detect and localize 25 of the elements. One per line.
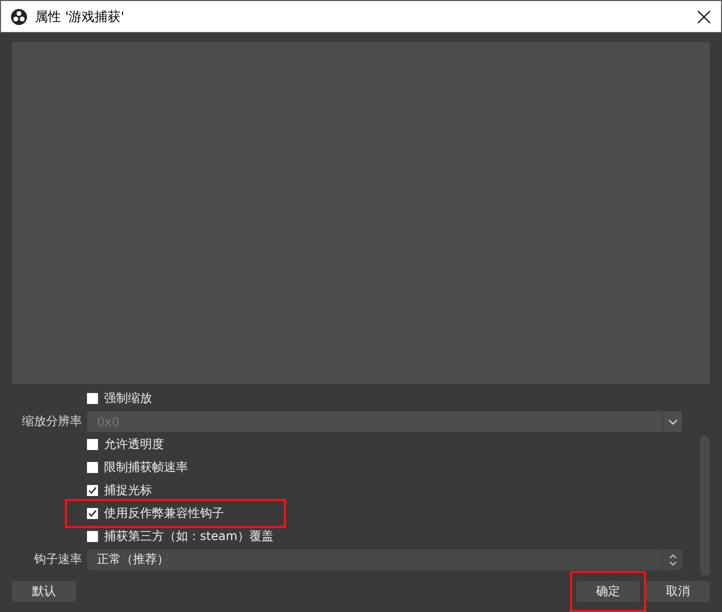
chevron-down-icon	[668, 418, 678, 424]
checkbox[interactable]	[87, 485, 98, 496]
checkbox[interactable]	[87, 508, 98, 519]
checkbox[interactable]	[87, 531, 98, 542]
checkbox-row[interactable]: 强制缩放	[65, 384, 214, 413]
checkbox-label: 捕获第三方（如：steam）覆盖	[104, 528, 274, 545]
spin-field[interactable]: 正常（推荐）	[87, 549, 682, 570]
dialog-button[interactable]: 取消	[646, 580, 710, 602]
window-title: 属性 '游戏捕获'	[35, 8, 126, 26]
app-logo-icon	[11, 8, 27, 24]
field-label: 钩子速率	[33, 551, 82, 568]
checkbox[interactable]	[87, 462, 98, 473]
checkbox-label: 强制缩放	[104, 390, 152, 407]
checkbox-label: 限制捕获帧速率	[104, 459, 188, 476]
highlight-frame[interactable]: 使用反作弊兼容性钩子	[65, 499, 286, 528]
dialog-button[interactable]: 默认	[12, 580, 76, 602]
checkbox[interactable]	[87, 439, 98, 450]
close-icon[interactable]	[697, 10, 711, 24]
checkbox-label: 使用反作弊兼容性钩子	[104, 505, 224, 522]
checkbox[interactable]	[87, 393, 98, 404]
checkbox-label: 允许透明度	[104, 436, 164, 453]
field-label: 缩放分辨率	[21, 413, 82, 430]
dialog-button[interactable]: 确定	[576, 580, 640, 602]
checkbox-label: 捕捉光标	[104, 482, 152, 499]
up-down-arrows-icon	[668, 554, 676, 566]
